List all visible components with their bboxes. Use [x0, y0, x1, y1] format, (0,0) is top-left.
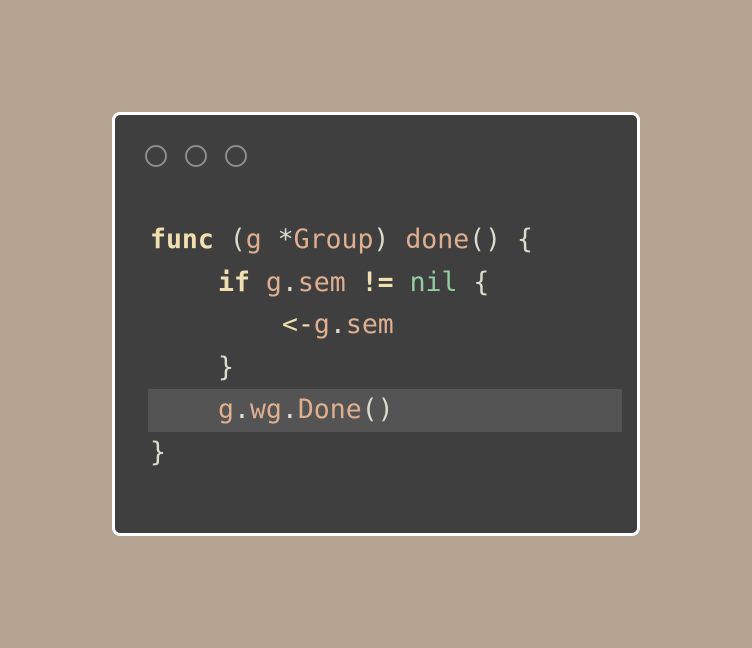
- code-token-ident: g: [313, 309, 330, 340]
- code-window: func (g *Group) done() {if g.sem != nil …: [112, 112, 640, 536]
- code-token-punct: [250, 267, 266, 298]
- code-token-punct: [394, 267, 410, 298]
- code-token-ident: sem: [345, 309, 394, 340]
- code-token-constant: nil: [409, 266, 458, 298]
- code-token-operator: <-: [282, 309, 314, 340]
- code-token-punct: () {: [469, 224, 533, 255]
- code-token-keyword: func: [150, 224, 214, 255]
- code-token-punct: }: [218, 351, 234, 383]
- code-token-punct: ): [373, 224, 406, 255]
- code-block: func (g *Group) done() {if g.sem != nil …: [148, 219, 622, 474]
- code-token-punct: .: [233, 394, 250, 425]
- code-token-punct: *: [261, 224, 294, 255]
- code-token-punct: (): [361, 394, 394, 425]
- code-token-ident: g: [265, 266, 282, 298]
- code-line: func (g *Group) done() {: [148, 219, 622, 262]
- code-line: if g.sem != nil {: [148, 262, 622, 305]
- code-token-punct: (: [213, 224, 246, 255]
- code-token-punct: [346, 267, 362, 298]
- code-token-punct: .: [281, 394, 298, 425]
- code-token-ident: done: [405, 224, 470, 255]
- code-token-ident: g: [245, 224, 262, 255]
- code-token-punct: {: [457, 266, 490, 298]
- code-line: }: [148, 432, 622, 475]
- code-token-punct: .: [281, 266, 298, 298]
- code-token-ident: wg: [249, 394, 282, 425]
- code-token-punct: }: [150, 436, 166, 468]
- code-token-ident: Done: [297, 394, 362, 425]
- window-dot-icon[interactable]: [225, 145, 247, 167]
- code-token-ident: sem: [297, 266, 346, 298]
- window-dot-icon[interactable]: [145, 145, 167, 167]
- code-token-ident: g: [218, 394, 234, 425]
- code-token-ident: Group: [293, 224, 374, 255]
- code-token-keyword: if: [218, 266, 250, 298]
- code-token-punct: .: [329, 309, 346, 340]
- code-token-keyword: !=: [361, 266, 394, 298]
- code-line: }: [148, 347, 622, 390]
- code-line-highlighted: g.wg.Done(): [148, 389, 622, 432]
- code-line: <-g.sem: [148, 304, 622, 347]
- window-dot-icon[interactable]: [185, 145, 207, 167]
